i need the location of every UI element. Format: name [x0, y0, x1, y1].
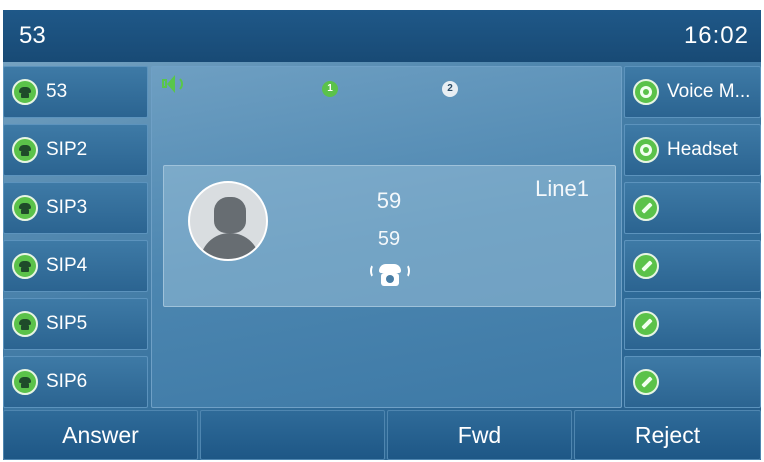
phone-screen: 53 16:02 53 SIP2 SIP3 SIP4 SIP5 SIP6 Voi…: [0, 0, 764, 462]
line-key-label: SIP2: [46, 139, 88, 160]
phone-icon: [12, 369, 38, 395]
radio-icon: [633, 137, 659, 163]
line-key-label: SIP5: [46, 313, 88, 334]
radio-icon: [633, 79, 659, 105]
line-key-sip4[interactable]: SIP4: [3, 240, 148, 292]
call-panel: 1 2 59 59 Line1: [151, 66, 622, 408]
phone-icon: [12, 79, 38, 105]
caller-name: 59: [376, 188, 402, 213]
line-key-sip5[interactable]: SIP5: [3, 298, 148, 350]
edit-icon: [633, 369, 659, 395]
line-key-headset[interactable]: Headset: [624, 124, 761, 176]
line-key-label: Voice M...: [667, 81, 751, 102]
line-key-label: 53: [46, 81, 68, 102]
soft-key-bar: Answer Fwd Reject: [3, 410, 761, 460]
line-key-label: Headset: [667, 139, 738, 160]
clock: 16:02: [683, 22, 749, 49]
line-key-empty-6[interactable]: [624, 356, 761, 408]
speaker-icon: [162, 73, 186, 95]
line-key-sip3[interactable]: SIP3: [3, 182, 148, 234]
line-key-label: SIP4: [46, 255, 88, 276]
line-key-sip2[interactable]: SIP2: [3, 124, 148, 176]
avatar: [188, 181, 268, 261]
line-key-53[interactable]: 53: [3, 66, 148, 118]
line-key-empty-4[interactable]: [624, 240, 761, 292]
phone-icon: [12, 253, 38, 279]
line-key-label: SIP6: [46, 371, 88, 392]
line-key-empty-5[interactable]: [624, 298, 761, 350]
line-key-empty-3[interactable]: [624, 182, 761, 234]
page-indicator-1[interactable]: 1: [322, 81, 338, 97]
edit-icon: [633, 195, 659, 221]
lcd-display: 53 16:02 53 SIP2 SIP3 SIP4 SIP5 SIP6 Voi…: [3, 10, 761, 460]
ringing-phone-icon: [370, 262, 410, 290]
line-key-label: SIP3: [46, 197, 88, 218]
edit-icon: [633, 311, 659, 337]
phone-icon: [12, 195, 38, 221]
forward-button[interactable]: Fwd: [387, 410, 572, 460]
phone-icon: [12, 311, 38, 337]
account-title: 53: [19, 22, 46, 49]
line-label: Line1: [535, 176, 589, 201]
phone-icon: [12, 137, 38, 163]
answer-button[interactable]: Answer: [3, 410, 198, 460]
reject-button[interactable]: Reject: [574, 410, 761, 460]
page-indicator-2[interactable]: 2: [442, 81, 458, 97]
empty-soft-key[interactable]: [200, 410, 385, 460]
caller-number: 59: [377, 228, 401, 250]
title-bar: 53 16:02: [3, 10, 761, 62]
edit-icon: [633, 253, 659, 279]
line-key-sip6[interactable]: SIP6: [3, 356, 148, 408]
incoming-call-card[interactable]: 59 59 Line1: [163, 165, 616, 307]
line-key-voice-mail[interactable]: Voice M...: [624, 66, 761, 118]
